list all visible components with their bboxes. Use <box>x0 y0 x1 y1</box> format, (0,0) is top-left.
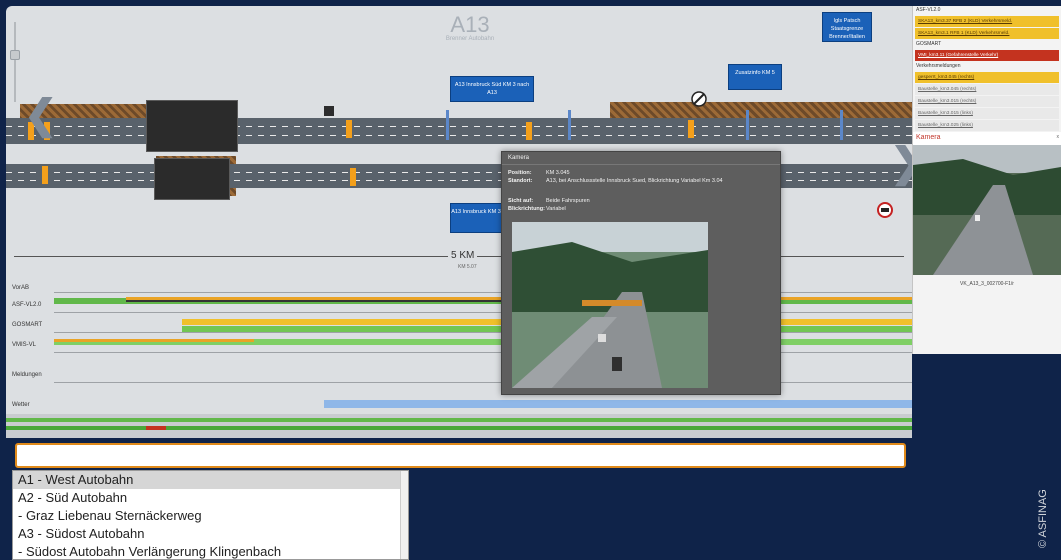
camera-section-title: Kamera <box>916 134 941 141</box>
side-list-item[interactable]: Baustelle_km3.015 (links) <box>915 108 1059 119</box>
side-list-item[interactable]: Baustelle_km3.045 (rechts) <box>915 84 1059 95</box>
camera-section-header: Kamera x <box>913 132 1061 145</box>
detector-marker[interactable] <box>346 120 352 138</box>
detector-marker[interactable] <box>526 122 532 140</box>
detector-marker[interactable] <box>42 166 48 184</box>
zoom-slider[interactable] <box>10 22 20 102</box>
overview-alert-bar <box>146 426 166 430</box>
side-panel: ASF-VL2.0 SKA13_km3.37 RFB 2 (KLD) Verke… <box>912 6 1061 354</box>
sign-gantry[interactable] <box>446 110 449 140</box>
road-list-item[interactable]: A2 - Süd Autobahn <box>13 489 408 507</box>
weather-bar[interactable] <box>324 400 912 408</box>
scroll-left-chevron-icon[interactable]: ❮ <box>24 92 58 138</box>
timeline-label-meldungen: Meldungen <box>12 372 42 378</box>
destination-box-innsbruck-sued[interactable]: A13 Innsbruck Süd KM 3 nach A13 <box>450 76 534 102</box>
detector-marker[interactable] <box>688 120 694 138</box>
timeline-label-vmis: VMIS-VL <box>12 342 37 348</box>
timeline-label-gosmart: GOSMART <box>12 322 43 328</box>
timeline-row <box>54 332 912 333</box>
road-list-item[interactable]: - Graz Liebenau Sternäckerweg <box>13 507 408 525</box>
sign-gantry[interactable] <box>746 110 749 140</box>
destination-box-brenner[interactable]: Igls Patsch Staatsgrenze Brenner/Italien <box>822 12 872 42</box>
timeline-label-vorab: VorAB <box>12 285 30 291</box>
camera-info-position: Position: KM 3.045 <box>508 170 570 176</box>
side-list-item[interactable]: Baustelle_km3.015 (rechts) <box>915 96 1059 107</box>
lane-marking <box>6 126 912 127</box>
camera-info-view: Sicht auf: Beide Fahrspuren <box>508 198 590 204</box>
road-title: A13 <box>450 12 490 37</box>
distance-label: 5 KM <box>448 250 478 261</box>
timeline-row <box>54 292 912 293</box>
interchange-block[interactable] <box>154 158 230 200</box>
overview-bar <box>6 426 912 430</box>
road-list-item[interactable]: A3 - Südost Autobahn <box>13 525 408 543</box>
detector-marker[interactable] <box>350 168 356 186</box>
no-passing-sign-icon[interactable] <box>691 91 707 107</box>
overview-bar <box>6 418 912 422</box>
side-section-header: ASF-VL2.0 <box>916 7 941 13</box>
distance-sublabel: KM 5.07 <box>458 264 477 270</box>
camera-image[interactable] <box>512 222 708 388</box>
carriageway-upper[interactable] <box>6 118 912 144</box>
road-list-item[interactable]: - Südost Autobahn Verlängerung Klingenba… <box>13 543 408 559</box>
sign-gantry[interactable] <box>840 110 843 140</box>
side-list-item[interactable]: SKA13_km3.1 RFB 1 (KLD) Verkehrsmeld. <box>915 28 1059 39</box>
camera-info-direction: Blickrichtung:Variabel <box>508 206 566 212</box>
overview-strip[interactable] <box>6 414 912 438</box>
zoom-slider-track <box>14 22 16 102</box>
vmis-warning-bar[interactable] <box>54 339 254 342</box>
timeline-row <box>54 312 912 313</box>
copyright-credit: © ASFINAG <box>1037 489 1049 548</box>
camera-info-location: Standort: A13, bei Anschlussstelle Innsbr… <box>508 178 723 184</box>
road-list-item[interactable]: A1 - West Autobahn <box>13 471 408 489</box>
list-scrollbar[interactable] <box>400 471 408 559</box>
road-map-view[interactable]: A13 Brenner Autobahn Igls Patsch Staatsg… <box>6 6 912 438</box>
timeline-row <box>54 382 912 383</box>
truck-prohibition-sign-icon[interactable] <box>877 202 893 218</box>
interchange-block[interactable] <box>146 100 238 152</box>
side-section-header: Verkehrsmeldungen <box>916 63 961 69</box>
search-input[interactable] <box>15 443 906 468</box>
timeline-label-asf: ASF-VL2.0 <box>12 302 42 308</box>
side-section-header: GOSMART <box>916 41 942 47</box>
lane-marking <box>6 135 912 136</box>
zoom-slider-knob[interactable] <box>10 50 20 60</box>
destination-box-innsbruck[interactable]: A13 Innsbruck KM 3 <box>450 203 502 233</box>
side-list-item[interactable]: VMI_km3.11 (Gefahrenstelle Verkehr) <box>915 50 1059 61</box>
timeline-row <box>54 352 912 353</box>
asf-active-bar[interactable] <box>126 300 506 302</box>
sign-gantry[interactable] <box>568 110 571 140</box>
camera-popup-title: Kamera <box>502 152 780 165</box>
scroll-right-chevron-icon[interactable]: ❯ <box>890 140 912 186</box>
side-list-item[interactable]: Baustelle_km3.025 (links) <box>915 120 1059 131</box>
road-list[interactable]: A1 - West Autobahn A2 - Süd Autobahn - G… <box>12 470 409 560</box>
app-window: A13 Brenner Autobahn Igls Patsch Staatsg… <box>0 0 1061 560</box>
road-subtitle: Brenner Autobahn <box>445 36 495 42</box>
timeline-label-wetter: Wetter <box>12 402 30 408</box>
camera-caption: VK_A13_3_002700-F1/r <box>960 281 1014 287</box>
camera-popup[interactable]: Kamera Position: KM 3.045 Standort: A13, b… <box>501 151 781 395</box>
side-camera-image[interactable] <box>913 145 1061 275</box>
close-icon[interactable]: x <box>1057 134 1060 140</box>
side-list-item[interactable]: SKA13_km3.37 RFB 2 (KLD) Verkehrsmeld. <box>915 16 1059 27</box>
info-box-km5[interactable]: Zusatzinfo KM 5 <box>728 64 782 90</box>
side-list-item[interactable]: gesperrt_km3.045 (rechts) <box>915 72 1059 83</box>
signal-icon[interactable] <box>324 106 334 116</box>
